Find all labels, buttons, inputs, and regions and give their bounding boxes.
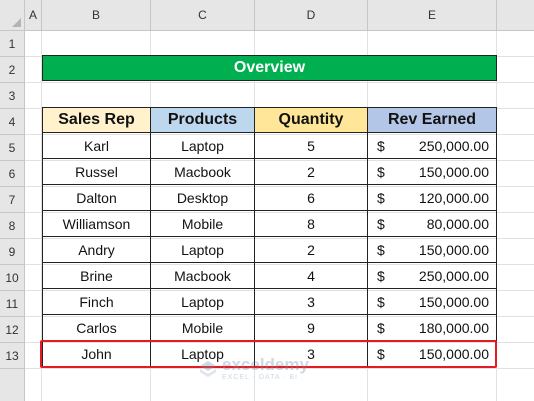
row-header-5[interactable]: 5	[0, 135, 25, 161]
cell-quantity[interactable]: 3	[255, 289, 368, 315]
cell-rev-earned[interactable]: $120,000.00	[368, 185, 497, 211]
cell-rev-earned[interactable]: $150,000.00	[368, 159, 497, 185]
currency-symbol: $	[377, 267, 385, 284]
column-header-e[interactable]: E	[368, 0, 497, 31]
cell-sales-rep[interactable]: Andry	[42, 237, 151, 263]
cell-product[interactable]: Macbook	[151, 263, 255, 289]
row-header-11[interactable]: 11	[0, 291, 25, 317]
rev-amount: 180,000.00	[418, 319, 489, 336]
currency-symbol: $	[377, 241, 385, 258]
cell-rev-earned[interactable]: $80,000.00	[368, 211, 497, 237]
cell-quantity[interactable]: 2	[255, 159, 368, 185]
currency-symbol: $	[377, 189, 385, 206]
row-header-1[interactable]: 1	[0, 31, 25, 57]
watermark-tagline: EXCEL · DATA · BI	[222, 374, 298, 381]
cell-rev-earned[interactable]: $150,000.00	[368, 289, 497, 315]
highlight-box	[40, 340, 497, 368]
rev-amount: 120,000.00	[418, 189, 489, 206]
cell-product[interactable]: Laptop	[151, 133, 255, 159]
cell-product[interactable]: Desktop	[151, 185, 255, 211]
currency-symbol: $	[377, 163, 385, 180]
cell-rev-earned[interactable]: $180,000.00	[368, 315, 497, 341]
header-quantity[interactable]: Quantity	[255, 107, 368, 133]
row-header-9[interactable]: 9	[0, 239, 25, 265]
cell-quantity[interactable]: 9	[255, 315, 368, 341]
currency-symbol: $	[377, 137, 385, 154]
row-header-10[interactable]: 10	[0, 265, 25, 291]
row-header-7[interactable]: 7	[0, 187, 25, 213]
cell-sales-rep[interactable]: Carlos	[42, 315, 151, 341]
cell-sales-rep[interactable]: Russel	[42, 159, 151, 185]
currency-symbol: $	[377, 293, 385, 310]
cell-sales-rep[interactable]: Karl	[42, 133, 151, 159]
cell-sales-rep[interactable]: Brine	[42, 263, 151, 289]
cell-sales-rep[interactable]: Finch	[42, 289, 151, 315]
column-header-b[interactable]: B	[42, 0, 151, 31]
column-header-f[interactable]	[497, 0, 534, 31]
cell-product[interactable]: Laptop	[151, 237, 255, 263]
row-header-14[interactable]	[0, 369, 25, 401]
cell-sales-rep[interactable]: Dalton	[42, 185, 151, 211]
column-header-a[interactable]: A	[25, 0, 42, 31]
gridline	[25, 82, 534, 83]
cell-quantity[interactable]: 4	[255, 263, 368, 289]
select-all-corner[interactable]	[0, 0, 25, 31]
rev-amount: 80,000.00	[426, 215, 489, 232]
header-rev-earned[interactable]: Rev Earned	[368, 107, 497, 133]
cell-rev-earned[interactable]: $150,000.00	[368, 237, 497, 263]
column-header-d[interactable]: D	[255, 0, 368, 31]
rev-amount: 150,000.00	[418, 163, 489, 180]
rev-amount: 150,000.00	[418, 293, 489, 310]
gridline	[25, 368, 534, 369]
currency-symbol: $	[377, 319, 385, 336]
select-all-icon	[12, 18, 21, 27]
cell-sales-rep[interactable]: Williamson	[42, 211, 151, 237]
row-header-6[interactable]: 6	[0, 161, 25, 187]
row-header-13[interactable]: 13	[0, 343, 25, 369]
column-header-c[interactable]: C	[151, 0, 255, 31]
spreadsheet-grid[interactable]: A B C D E 1 2 3 4 5 6 7 8 9 10 11 12 13 …	[0, 0, 534, 401]
rev-amount: 150,000.00	[418, 241, 489, 258]
cell-product[interactable]: Mobile	[151, 315, 255, 341]
currency-symbol: $	[377, 215, 385, 232]
overview-title-cell[interactable]: Overview	[42, 55, 497, 81]
cell-product[interactable]: Macbook	[151, 159, 255, 185]
cell-rev-earned[interactable]: $250,000.00	[368, 133, 497, 159]
row-header-12[interactable]: 12	[0, 317, 25, 343]
row-header-8[interactable]: 8	[0, 213, 25, 239]
header-sales-rep[interactable]: Sales Rep	[42, 107, 151, 133]
row-header-3[interactable]: 3	[0, 83, 25, 109]
cell-quantity[interactable]: 5	[255, 133, 368, 159]
header-products[interactable]: Products	[151, 107, 255, 133]
row-header-4[interactable]: 4	[0, 109, 25, 135]
cell-rev-earned[interactable]: $250,000.00	[368, 263, 497, 289]
cell-quantity[interactable]: 2	[255, 237, 368, 263]
row-header-2[interactable]: 2	[0, 57, 25, 83]
rev-amount: 250,000.00	[418, 137, 489, 154]
cell-product[interactable]: Laptop	[151, 289, 255, 315]
rev-amount: 250,000.00	[418, 267, 489, 284]
cell-quantity[interactable]: 8	[255, 211, 368, 237]
cell-quantity[interactable]: 6	[255, 185, 368, 211]
cell-product[interactable]: Mobile	[151, 211, 255, 237]
